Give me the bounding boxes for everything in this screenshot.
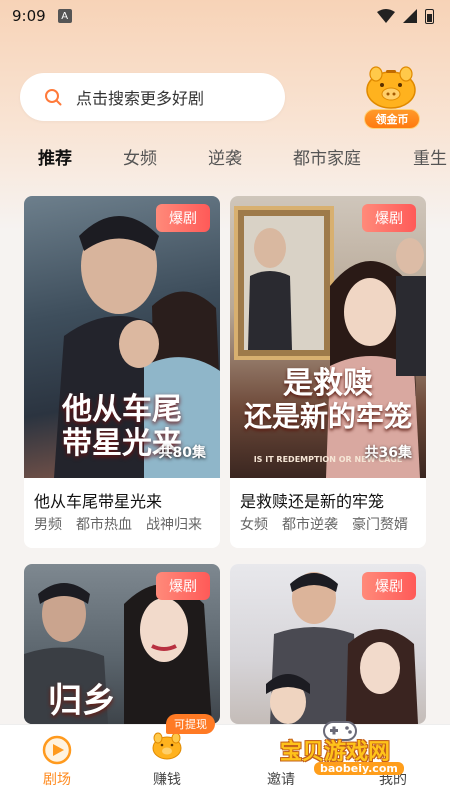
drama-tag: 男频 — [34, 517, 62, 533]
nav-label: 剧场 — [43, 772, 71, 788]
poster-art — [234, 206, 426, 478]
poster-title-line1: 他从车尾 — [62, 392, 182, 427]
drama-tags: 女频 都市逆袭 豪门赘婿 — [240, 514, 408, 534]
drama-tags: 男频 都市热血 战神归来 — [34, 514, 202, 534]
search-icon — [45, 89, 62, 106]
tab-recommend[interactable]: 推荐 — [38, 144, 72, 169]
episode-count: 共36集 — [364, 445, 412, 461]
coin-label: 领金币 — [364, 109, 420, 129]
wifi-icon — [377, 9, 395, 23]
poster-title-line2: 还是新的牢笼 — [243, 400, 412, 433]
piggy-bank-icon — [152, 732, 182, 760]
hot-badge: 爆剧 — [362, 572, 416, 600]
drama-tag: 战神归来 — [146, 517, 202, 533]
drama-card[interactable]: 归乡 爆剧 — [24, 564, 220, 724]
drama-tag: 豪门赘婿 — [352, 517, 408, 533]
drama-card[interactable]: 他从车尾 带星光来 爆剧 共80集 他从车尾带星光来 男频 都市热血 战神归来 — [24, 196, 220, 548]
drama-title: 他从车尾带星光来 — [34, 492, 163, 511]
site-watermark: 宝贝游戏网 baobeiy.com — [262, 716, 422, 784]
play-icon — [42, 735, 72, 765]
episode-count: 共80集 — [158, 445, 206, 461]
hot-badge: 爆剧 — [156, 204, 210, 232]
search-input[interactable]: 点击搜索更多好剧 — [20, 73, 285, 121]
tab-rebirth[interactable]: 重生 — [413, 144, 447, 169]
status-time: 9:09 — [12, 7, 46, 25]
battery-icon — [425, 8, 434, 24]
drama-card[interactable]: 爆剧 — [230, 564, 426, 724]
tab-female[interactable]: 女频 — [123, 144, 157, 169]
poster-title-line1: 归乡 — [48, 681, 116, 721]
collect-coins-button[interactable]: 领金币 — [358, 64, 424, 130]
signal-icon — [403, 9, 417, 23]
withdraw-badge: 可提现 — [166, 714, 215, 734]
poster-title-line1: 是救赎 — [283, 366, 373, 401]
hot-badge: 爆剧 — [156, 572, 210, 600]
tab-comeback[interactable]: 逆袭 — [208, 144, 242, 169]
search-placeholder: 点击搜索更多好剧 — [76, 89, 205, 108]
drama-tag: 都市逆袭 — [282, 517, 338, 533]
drama-title: 是救赎还是新的牢笼 — [240, 492, 385, 511]
nav-label: 赚钱 — [153, 772, 181, 788]
watermark-url: baobeiy.com — [314, 762, 404, 775]
status-bar: 9:09 A — [0, 0, 450, 32]
drama-card[interactable]: 是救赎 还是新的牢笼 IS IT REDEMPTION OR NEW CAGE … — [230, 196, 426, 548]
category-tabs: 推荐 女频 逆袭 都市家庭 重生 — [0, 136, 450, 176]
hot-badge: 爆剧 — [362, 204, 416, 232]
drama-poster: 他从车尾 带星光来 — [24, 196, 220, 478]
tab-urban-family[interactable]: 都市家庭 — [293, 144, 361, 169]
drama-tag: 女频 — [240, 517, 268, 533]
piggy-bank-icon — [366, 66, 416, 109]
notification-icon: A — [57, 9, 72, 23]
drama-poster: 是救赎 还是新的牢笼 IS IT REDEMPTION OR NEW CAGE — [230, 196, 426, 478]
drama-tag: 都市热血 — [76, 517, 132, 533]
